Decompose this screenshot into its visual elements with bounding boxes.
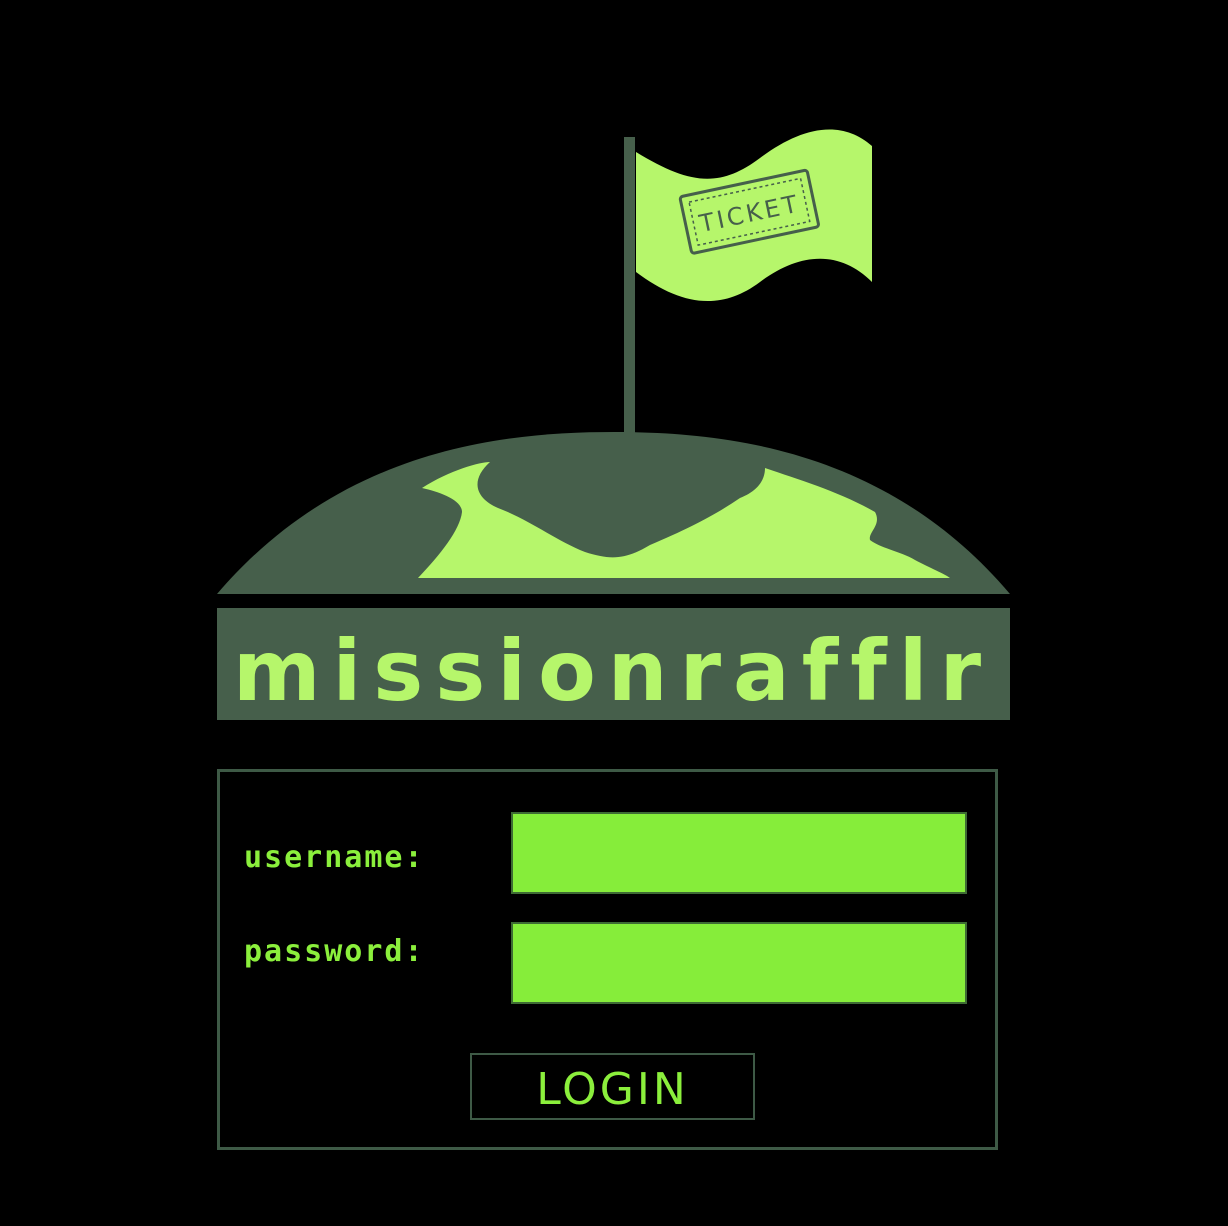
login-panel: username: password: LOGIN: [217, 769, 998, 1150]
flag-pole: [624, 137, 635, 442]
brand-logo: TICKET missionrafflr: [217, 129, 1010, 720]
username-label: username:: [244, 840, 425, 875]
password-label: password:: [244, 934, 425, 969]
brand-name: missionrafflr: [233, 622, 993, 720]
globe-icon: [217, 432, 1010, 594]
flag-icon: TICKET: [636, 129, 872, 302]
login-button[interactable]: LOGIN: [470, 1053, 755, 1120]
username-input[interactable]: [511, 812, 967, 894]
password-input[interactable]: [511, 922, 967, 1004]
